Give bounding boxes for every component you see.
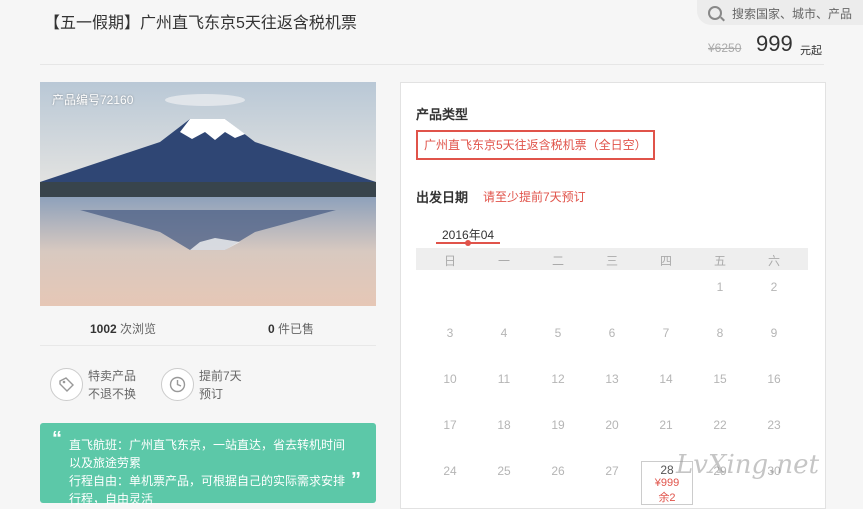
search-icon[interactable] <box>708 6 722 20</box>
calendar-day: 17 <box>443 418 457 432</box>
calendar-day: 4 <box>500 326 508 340</box>
calendar-day: 8 <box>716 326 724 340</box>
calendar-day: 23 <box>767 418 781 432</box>
open-quote-icon: “ <box>52 428 62 450</box>
feature-advance-booking: 提前7天 预订 <box>199 369 242 401</box>
calendar-day: 10 <box>443 372 457 386</box>
weekday-label: 日 <box>443 254 456 268</box>
calendar-day: 5 <box>554 326 562 340</box>
search-input[interactable]: 搜索国家、城市、产品 <box>732 5 852 22</box>
calendar-day: 9 <box>770 326 778 340</box>
weekday-label: 一 <box>497 254 510 268</box>
calendar-day: 7 <box>662 326 670 340</box>
sold-count: 0 <box>268 322 275 336</box>
current-price: 999 <box>756 31 793 56</box>
calendar-day: 22 <box>713 418 727 432</box>
calendar-day: 19 <box>551 418 565 432</box>
price-unit: 元起 <box>800 45 822 57</box>
site-watermark: LvXing.net <box>676 450 820 480</box>
calendar-day: 24 <box>443 464 457 478</box>
month-tab-indicator <box>465 240 471 246</box>
tag-icon <box>50 368 83 401</box>
close-quote-icon: ” <box>351 469 361 491</box>
weekday-label: 三 <box>605 254 618 268</box>
original-price: ¥6250 <box>708 41 742 55</box>
calendar-day: 27 <box>605 464 619 478</box>
calendar-day: 18 <box>497 418 511 432</box>
calendar-day: 25 <box>497 464 511 478</box>
calendar-day: 12 <box>551 372 565 386</box>
product-type-option[interactable]: 广州直飞东京5天往返含税机票（全日空） <box>416 130 655 160</box>
calendar-day: 26 <box>551 464 565 478</box>
views-stat: 1002 次浏览 <box>90 320 156 337</box>
weekday-label: 四 <box>659 254 672 268</box>
weekday-label: 二 <box>551 254 564 268</box>
calendar-day: 11 <box>497 372 511 386</box>
clock-icon <box>161 368 194 401</box>
stats-divider <box>40 345 376 346</box>
calendar-weekday-header: 日 一 二 三 四 五 六 <box>416 248 808 270</box>
calendar-day: 16 <box>767 372 781 386</box>
sold-stat: 0 件已售 <box>268 320 314 337</box>
calendar-day: 2 <box>770 280 778 294</box>
views-label: 次浏览 <box>120 322 157 336</box>
calendar-day: 20 <box>605 418 619 432</box>
highlights-box: “ 直飞航班：广州直飞东京，一站直达，省去转机时间 以及旅途劳累 行程自由：单机… <box>40 423 376 506</box>
calendar-day: 3 <box>446 326 454 340</box>
calendar-day: 6 <box>608 326 616 340</box>
calendar-day: 13 <box>605 372 619 386</box>
calendar-day: 15 <box>713 372 727 386</box>
calendar-day: 14 <box>659 372 673 386</box>
product-code: 产品编号72160 <box>52 93 134 107</box>
calendar-day: 21 <box>659 418 673 432</box>
search-box[interactable]: 搜索国家、城市、产品 <box>697 0 863 25</box>
highlights-text: 直飞航班：广州直飞东京，一站直达，省去转机时间 以及旅途劳累 行程自由：单机票产… <box>69 438 346 506</box>
product-image <box>40 82 376 306</box>
weekday-label: 六 <box>767 254 780 268</box>
product-type-heading: 产品类型 <box>416 107 469 122</box>
views-count: 1002 <box>90 322 117 336</box>
departure-date-heading: 出发日期 <box>416 190 469 205</box>
page-title: 【五一假期】广州直飞东京5天往返含税机票 <box>44 15 357 32</box>
feature-special-sale: 特卖产品 不退不换 <box>88 369 137 401</box>
calendar-day: 1 <box>716 280 724 294</box>
advance-booking-note: 请至少提前7天预订 <box>483 190 586 204</box>
header-divider <box>40 64 824 65</box>
sold-label: 件已售 <box>278 322 315 336</box>
weekday-label: 五 <box>713 254 726 268</box>
